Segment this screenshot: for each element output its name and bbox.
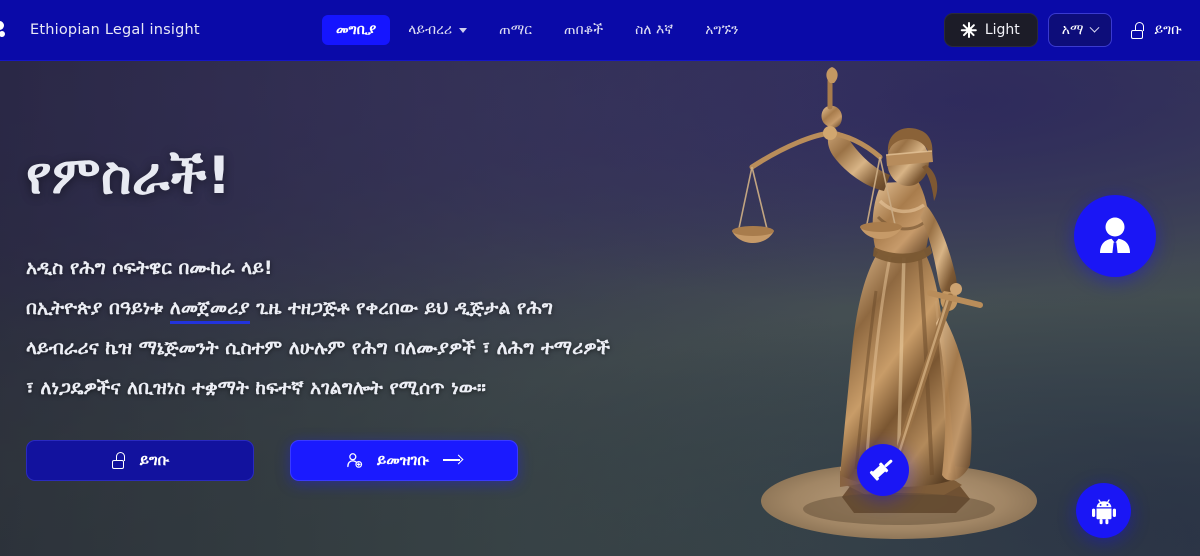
nav-item-contact[interactable]: አግኙን (691, 15, 752, 45)
chevron-down-icon (459, 27, 468, 33)
sun-icon (960, 22, 977, 38)
nav-item-lawyers[interactable]: ጠበቆች (550, 15, 617, 45)
hero-paragraph: አዲስ የሕግ ሶፍትዌር በሙከራ ላይ! በኢትዮጵያ በዓይነቱ ለመጀመ… (26, 248, 786, 408)
hero-section: የምስራች! አዲስ የሕግ ሶፍትዌር በሙከራ ላይ! በኢትዮጵያ በዓይ… (0, 61, 1200, 556)
nav-item-label: ላይብረሪ (408, 22, 453, 38)
nav-item-label: መግቢያ (336, 22, 377, 38)
arrow-right-icon (443, 454, 464, 465)
android-icon (1091, 498, 1116, 524)
chevron-down-icon (1090, 22, 1100, 33)
login-button-label: ይግቡ (139, 451, 170, 470)
brand[interactable]: Ethiopian Legal insight (0, 17, 300, 43)
theme-toggle-button[interactable]: Light (943, 13, 1038, 47)
hero-line-2-highlight: ለመጀመሪያ (169, 296, 250, 324)
unlock-icon (1130, 21, 1145, 39)
unlock-icon (111, 451, 126, 469)
top-navigation-bar: Ethiopian Legal insight መግቢያ ላይብረሪ ጠማር ጠ… (0, 0, 1200, 61)
gavel-icon (869, 459, 893, 481)
badge-person[interactable] (1074, 195, 1156, 277)
page-title: የምስራች! (26, 146, 232, 206)
nav-item-library[interactable]: ላይብረሪ (394, 15, 481, 45)
nav-item-label: ጠበቆች (563, 22, 604, 38)
register-button[interactable]: ይመዝገቡ (290, 439, 518, 481)
theme-toggle-label: Light (984, 22, 1020, 38)
hero-line-1: አዲስ የሕግ ሶፍትዌር በሙከራ ላይ! (26, 256, 273, 279)
hero-line-2-pre: በኢትዮጵያ በዓይነቱ (26, 296, 170, 319)
nav-item-home[interactable]: መግቢያ (322, 15, 391, 45)
login-button[interactable]: ይግቡ (26, 439, 254, 481)
user-plus-icon (347, 452, 363, 468)
nav-item-label: ስለ እኛ (635, 22, 674, 38)
login-label: ይግቡ (1154, 22, 1182, 38)
login-link[interactable]: ይግቡ (1122, 16, 1190, 45)
nav-item-label: አግኙን (705, 22, 739, 38)
hero-line-3: ላይብራሪና ኬዝ ማኔጅመንት ሲስተም ለሁሉም የሕግ ባለሙያዎች ፣ … (26, 336, 611, 359)
page-root: Ethiopian Legal insight መግቢያ ላይብረሪ ጠማር ጠ… (0, 0, 1200, 556)
language-value: አማ (1061, 22, 1084, 38)
language-selector[interactable]: አማ (1047, 13, 1113, 47)
badge-gavel[interactable] (857, 444, 909, 496)
nav-right-controls: Light አማ ይግቡ (943, 13, 1200, 47)
hero-copy: የምስራች! አዲስ የሕግ ሶፍትዌር በሙከራ ላይ! በኢትዮጵያ በዓይ… (26, 149, 786, 481)
dots-logo-icon (0, 17, 24, 43)
badge-android[interactable] (1076, 483, 1131, 538)
nav-item-label: ጠማር (499, 22, 532, 38)
nav-links: መግቢያ ላይብረሪ ጠማር ጠበቆች ስለ እኛ አግኙን (322, 15, 944, 45)
cta-row: ይግቡ ይመዝገቡ (26, 439, 786, 481)
nav-item-temar[interactable]: ጠማር (485, 15, 546, 45)
brand-name: Ethiopian Legal insight (30, 22, 200, 38)
register-button-label: ይመዝገቡ (377, 451, 429, 470)
hero-line-4: ፣ ለነጋዴዎችና ለቢዝነስ ተቋማት ከፍተኛ አገልግሎት የሚሰጥ ነው… (26, 376, 486, 399)
nav-item-about[interactable]: ስለ እኛ (621, 15, 687, 45)
business-person-icon (1100, 217, 1130, 253)
hero-line-2-post: ጊዜ ተዘጋጅቶ የቀረበው ይህ ዲጅታል የሕግ (249, 296, 553, 319)
hero-line-2: በኢትዮጵያ በዓይነቱ ለመጀመሪያ ጊዜ ተዘጋጅቶ የቀረበው ይህ ዲጅ… (26, 288, 786, 328)
